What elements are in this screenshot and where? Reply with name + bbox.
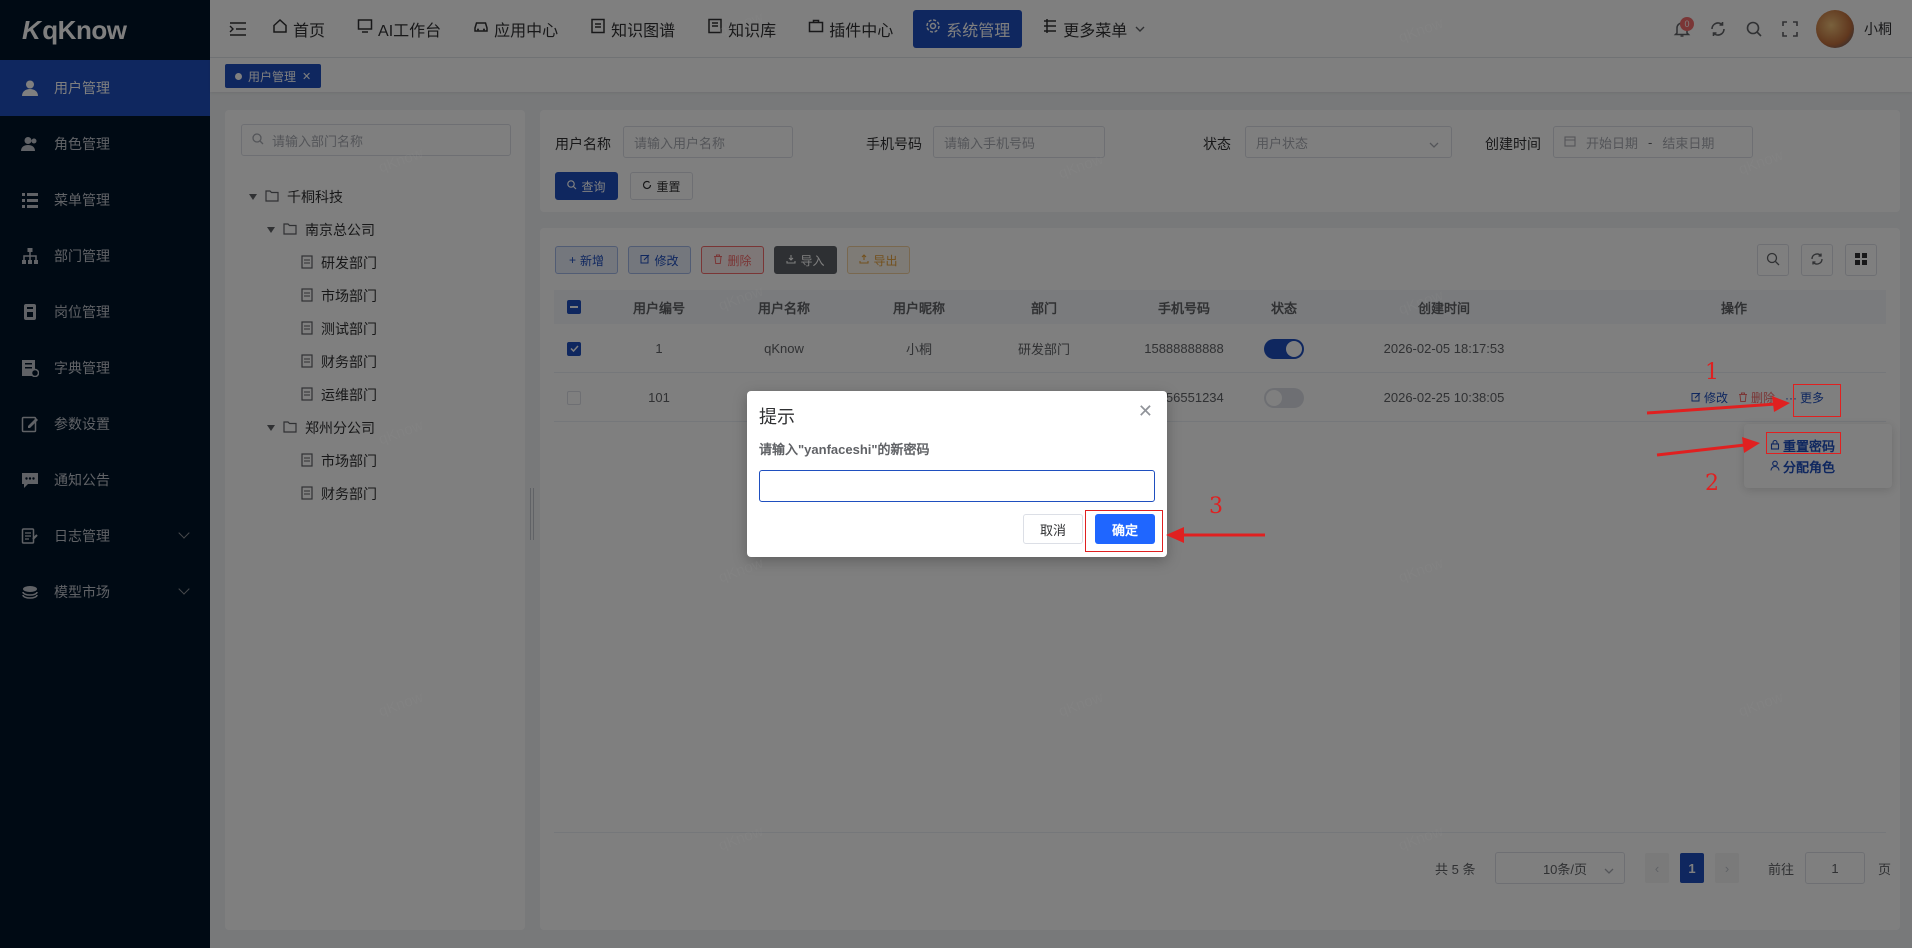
new-password-input[interactable] (759, 470, 1155, 502)
dialog-message: 请输入"yanfaceshi"的新密码 (759, 442, 930, 457)
annotation-number-2: 2 (1705, 471, 1719, 496)
cancel-button[interactable]: 取消 (1023, 514, 1083, 544)
close-icon[interactable]: ✕ (1138, 401, 1153, 422)
highlight-box-reset-password (1766, 432, 1841, 454)
annotation-number-3: 3 (1209, 494, 1223, 519)
dialog-title: 提示 (759, 407, 795, 427)
highlight-box-confirm (1085, 510, 1163, 552)
highlight-box-more (1793, 384, 1841, 417)
annotation-number-1: 1 (1705, 360, 1719, 385)
